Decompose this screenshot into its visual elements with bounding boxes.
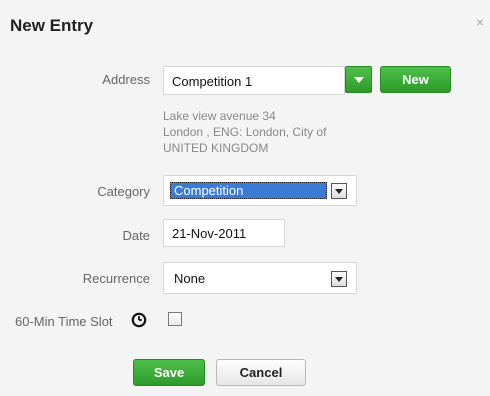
date-value: 21-Nov-2011 [172,226,247,241]
date-label: Date [122,228,150,243]
address-line: Lake view avenue 34 [163,109,276,123]
category-dropdown-button[interactable] [331,183,347,199]
new-address-button[interactable]: New [380,66,451,93]
address-label: Address [102,72,150,87]
address-select[interactable]: Competition 1 [163,66,345,95]
close-icon[interactable]: × [476,14,484,30]
dialog-title: New Entry [10,16,94,35]
time-slot-checkbox[interactable] [168,312,182,326]
address-line: London , ENG: London, City of [163,125,327,139]
address-details: Lake view avenue 34 London , ENG: London… [163,108,326,156]
category-selected-value: Competition [170,182,327,199]
address-value: Competition 1 [172,74,253,89]
time-slot-label: 60-Min Time Slot [15,314,113,329]
chevron-down-icon [335,276,343,282]
save-button[interactable]: Save [133,359,205,386]
new-address-label: New [402,72,429,87]
date-field[interactable]: 21-Nov-2011 [163,219,285,247]
recurrence-label: Recurrence [82,271,150,286]
recurrence-select[interactable]: None [163,262,357,294]
save-label: Save [153,365,185,380]
clock-icon [131,312,147,328]
category-label: Category [97,184,150,199]
cancel-button[interactable]: Cancel [216,359,306,386]
chevron-down-icon [353,76,364,83]
cancel-label: Cancel [239,365,283,380]
chevron-down-icon [335,188,343,194]
address-dropdown-button[interactable] [345,66,372,93]
category-select[interactable]: Competition [163,175,357,206]
address-line: UNITED KINGDOM [163,141,269,155]
recurrence-dropdown-button[interactable] [331,271,347,287]
recurrence-value: None [174,271,206,286]
new-entry-dialog: New Entry × Address Competition 1 New La… [0,0,490,396]
